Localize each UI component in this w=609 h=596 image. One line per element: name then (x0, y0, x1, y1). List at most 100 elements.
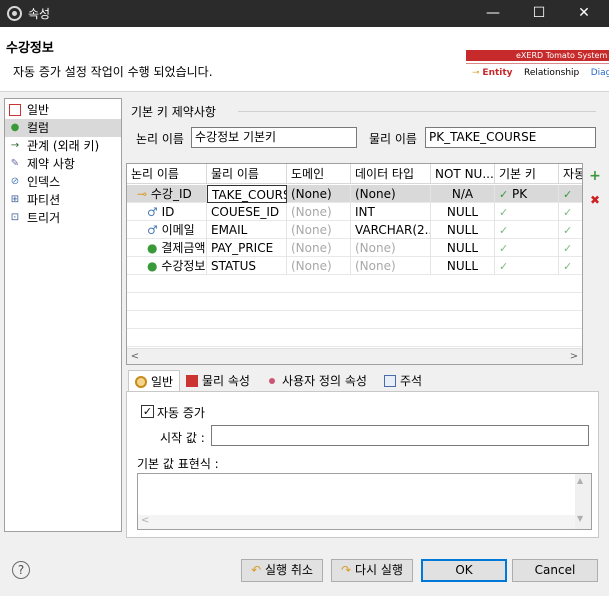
logical-name-input[interactable]: 수강정보 기본키 (191, 127, 357, 148)
grid-header-auto[interactable]: 자동 (559, 164, 582, 184)
status-message: 자동 증가 설정 작업이 수행 되었습니다. (13, 65, 213, 79)
tree-item-index[interactable]: ⊘ 인덱스 (5, 173, 121, 191)
check-icon: ✓ (563, 206, 573, 219)
foreign-key-icon: ♂ (147, 223, 158, 237)
help-button[interactable]: ? (12, 561, 30, 579)
table-row[interactable]: ♂ 이메일 EMAIL (None) VARCHAR(2... NULL ✓ ✓ (127, 221, 582, 239)
key-icon: ⊸ (137, 187, 148, 201)
delete-column-button[interactable]: ✖ (586, 191, 604, 209)
tree-item-trigger[interactable]: ⊡ 트리거 (5, 209, 121, 227)
cell-logical: ♂ ID (127, 203, 207, 221)
default-expression-label: 기본 값 표현식 : (137, 457, 219, 471)
partition-icon: ⊞ (10, 194, 20, 205)
physical-name-input[interactable]: PK_TAKE_COURSE (425, 127, 596, 148)
undo-label: 실행 취소 (264, 563, 313, 577)
table-icon (9, 104, 21, 116)
tree-item-column[interactable]: ● 컬럼 (5, 119, 121, 137)
redo-button[interactable]: ↷ 다시 실행 (331, 559, 413, 582)
start-value-input[interactable] (211, 425, 589, 446)
cell-pk: ✓ (495, 257, 559, 275)
cancel-button[interactable]: Cancel (512, 559, 598, 582)
tree-item-label: 파티션 (27, 193, 61, 207)
cell-text: ID (161, 205, 175, 219)
textarea-horizontal-scrollbar[interactable]: < (138, 515, 575, 529)
index-icon: ⊘ (10, 176, 20, 187)
tree-item-partition[interactable]: ⊞ 파티션 (5, 191, 121, 209)
general-icon (135, 376, 147, 388)
cell-logical: ● 수강정보 (127, 257, 207, 275)
table-row[interactable]: ⊸ 수강_ID TAKE_COURSE (None) (None) N/A ✓ … (127, 185, 582, 203)
tree-item-constraint[interactable]: ✎ 제약 사항 (5, 155, 121, 173)
physical-name-label: 물리 이름 (369, 132, 417, 146)
scroll-left-icon[interactable]: < (127, 349, 143, 365)
tab-comment[interactable]: 주석 (378, 370, 430, 392)
check-icon: ✓ (499, 224, 509, 237)
foreign-key-icon: ♂ (147, 205, 158, 219)
grid-header-notnull[interactable]: NOT NU... (431, 164, 495, 184)
property-tree: 일반 ● 컬럼 → 관계 (외래 키) ✎ 제약 사항 ⊘ 인덱스 ⊞ 파티션 … (4, 98, 122, 532)
physical-icon (186, 375, 198, 387)
cell-auto: ✓ (559, 185, 582, 203)
cell-logical: ⊸ 수강_ID (127, 185, 207, 203)
grid-header-pk[interactable]: 기본 키 (495, 164, 559, 184)
comment-icon (384, 375, 396, 387)
undo-button[interactable]: ↶ 실행 취소 (241, 559, 323, 582)
tree-item-label: 일반 (27, 103, 50, 117)
cell-physical: PAY_PRICE (207, 239, 287, 257)
window-title: 속성 (28, 7, 51, 21)
tab-general[interactable]: 일반 (128, 370, 180, 392)
empty-row (127, 311, 582, 329)
scroll-left-icon[interactable]: < (141, 515, 149, 526)
constraint-icon: ✎ (10, 158, 20, 169)
close-button[interactable]: ✕ (561, 0, 607, 27)
cell-logical: ● 결제금액 (127, 239, 207, 257)
cell-type: VARCHAR(2... (351, 221, 431, 239)
key-icon: ⊸ (472, 68, 480, 78)
cell-logical: ♂ 이메일 (127, 221, 207, 239)
empty-row (127, 293, 582, 311)
cell-domain: (None) (287, 221, 351, 239)
cell-auto: ✓ (559, 257, 582, 275)
cell-pk: ✓ (495, 221, 559, 239)
tab-physical[interactable]: 물리 속성 (180, 370, 260, 392)
table-row[interactable]: ● 수강정보 STATUS (None) (None) NULL ✓ ✓ (127, 257, 582, 275)
cell-physical-editor[interactable]: TAKE_COURSE (207, 185, 287, 203)
grid-header-type[interactable]: 데이터 타입 (351, 164, 431, 184)
cell-auto: ✓ (559, 203, 582, 221)
scroll-right-icon[interactable]: > (566, 349, 582, 365)
add-column-button[interactable]: + (586, 167, 604, 185)
cell-text: PK (512, 187, 528, 201)
grid-header-physical[interactable]: 물리 이름 (207, 164, 287, 184)
minimize-button[interactable]: — (470, 0, 516, 27)
user-attr-icon (269, 378, 275, 384)
app-icon (7, 6, 22, 21)
ok-button[interactable]: OK (421, 559, 507, 582)
tree-item-general[interactable]: 일반 (5, 101, 121, 119)
tree-item-relation[interactable]: → 관계 (외래 키) (5, 137, 121, 155)
cell-type: (None) (351, 185, 431, 203)
grid-header-domain[interactable]: 도메인 (287, 164, 351, 184)
cell-text: 이메일 (161, 223, 195, 237)
cell-domain: (None) (287, 239, 351, 257)
scroll-up-icon[interactable]: ▲ (577, 476, 583, 485)
column-icon: ● (147, 259, 158, 273)
redo-label: 다시 실행 (354, 563, 403, 577)
grid-header-logical[interactable]: 논리 이름 (127, 164, 207, 184)
cell-type: (None) (351, 239, 431, 257)
grid-horizontal-scrollbar[interactable]: < > (127, 348, 582, 364)
scroll-down-icon[interactable]: ▼ (577, 514, 583, 523)
tab-user-attr[interactable]: 사용자 정의 속성 (260, 370, 378, 392)
auto-increment-checkbox[interactable]: ✓ (141, 405, 154, 418)
dialog-header: 수강정보 자동 증가 설정 작업이 수행 되었습니다. eXERD Tomato… (0, 27, 609, 92)
check-icon: ✓ (499, 242, 509, 255)
table-row[interactable]: ♂ ID COUESE_ID (None) INT NULL ✓ ✓ (127, 203, 582, 221)
table-row[interactable]: ● 결제금액 PAY_PRICE (None) (None) NULL ✓ ✓ (127, 239, 582, 257)
cell-notnull: NULL (431, 239, 495, 257)
empty-row (127, 275, 582, 293)
cell-notnull: NULL (431, 203, 495, 221)
maximize-button[interactable]: ☐ (516, 0, 562, 27)
auto-increment-label: 자동 증가 (157, 406, 205, 420)
redo-icon: ↷ (341, 563, 352, 577)
column-icon: ● (10, 122, 20, 133)
textarea-vertical-scrollbar[interactable]: ▲ ▼ (575, 474, 591, 529)
